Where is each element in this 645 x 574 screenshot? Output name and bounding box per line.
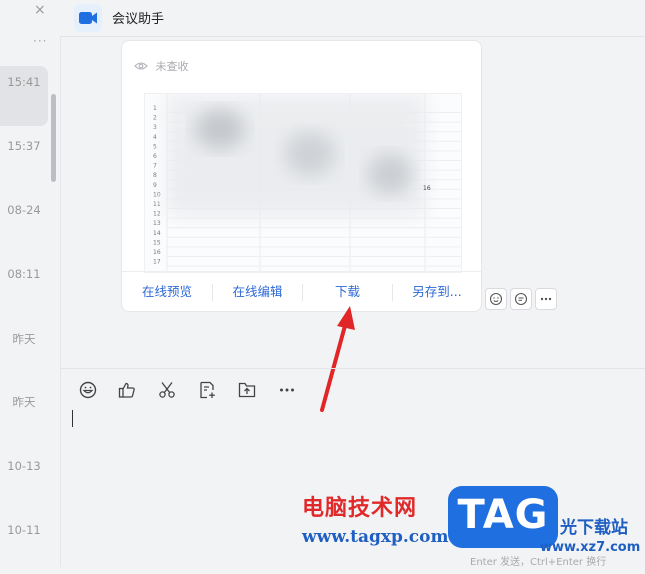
conversation-time: 昨天: [12, 332, 36, 346]
row-number: 2: [153, 115, 157, 122]
conversation-time: 10-13: [7, 459, 41, 473]
reply-icon[interactable]: [510, 288, 532, 310]
conversation-item[interactable]: 10-11: [0, 514, 48, 574]
send-hint: Enter 发送，Ctrl+Enter 换行: [470, 557, 607, 568]
row-number: 16: [153, 249, 161, 256]
row-number: 4: [153, 134, 157, 141]
text-cursor[interactable]: [72, 410, 73, 427]
spreadsheet-preview: 1234567891011121314151617 16: [145, 94, 461, 272]
row-number: 14: [153, 230, 161, 237]
row-number: 6: [153, 153, 157, 160]
conversation-time: 15:37: [7, 139, 41, 153]
conversation-item[interactable]: 昨天: [0, 323, 48, 383]
more-actions-icon[interactable]: [535, 288, 557, 310]
video-camera-icon: [74, 4, 102, 32]
conversation-item[interactable]: 15:41: [0, 66, 48, 126]
input-divider: [60, 368, 645, 369]
conversation-item[interactable]: 15:37: [0, 130, 48, 190]
more-icon[interactable]: ···: [33, 34, 47, 48]
conversation-time: 15:41: [7, 75, 41, 89]
row-number: 10: [153, 191, 161, 198]
doc-template-icon[interactable]: [197, 380, 217, 400]
row-number: 12: [153, 211, 161, 218]
save-as-button[interactable]: 另存到...: [393, 272, 481, 311]
row-number: 11: [153, 201, 161, 208]
watermark-site-url: www.xz7.com: [540, 540, 641, 555]
upload-file-icon[interactable]: [237, 380, 257, 400]
conversation-item[interactable]: 08-24: [0, 194, 48, 254]
row-number: 9: [153, 182, 157, 189]
chat-title: 会议助手: [112, 12, 165, 27]
conversation-time: 08:11: [7, 267, 41, 281]
conversation-time: 昨天: [12, 395, 36, 409]
more-icon[interactable]: [277, 380, 297, 400]
read-status: 未查收: [134, 58, 189, 74]
chat-header: 会议助手: [60, 0, 645, 37]
row-number: 15: [153, 239, 161, 246]
row-number: 13: [153, 220, 161, 227]
online-preview-button[interactable]: 在线预览: [122, 272, 212, 311]
conversation-time: 10-11: [7, 523, 41, 537]
reaction-icon[interactable]: [485, 288, 507, 310]
watermark-logo-text: TAG: [457, 492, 549, 538]
watermark-logo: TAG: [448, 486, 558, 548]
row-number: 1: [153, 105, 157, 112]
file-message-card[interactable]: 未查收 1 2 3 4 5 6 7 8 9 10 11 12 13 14 15 16 17 16 在线预览: [121, 40, 482, 312]
row-number: 8: [153, 172, 157, 179]
conversation-item[interactable]: 08:11: [0, 258, 48, 318]
read-status-text: 未查收: [155, 60, 189, 73]
cell-value: 16: [423, 185, 431, 192]
row-number: 7: [153, 163, 157, 170]
file-preview[interactable]: 1 2 3 4 5 6 7 8 9 10 11 12 13 14 15 16 17 16: [144, 93, 462, 273]
conversation-list: × ··· 15:41 15:37 08-24 08:11 昨天 昨天 10-1…: [0, 0, 61, 567]
online-edit-button[interactable]: 在线编辑: [213, 272, 302, 311]
watermark-url: www.tagxp.com: [302, 527, 449, 547]
close-icon[interactable]: ×: [34, 2, 46, 18]
file-actions: 在线预览 在线编辑 下载 另存到...: [122, 271, 481, 311]
watermark-text: 电脑技术网: [302, 496, 418, 521]
row-number: 17: [153, 259, 161, 266]
eye-icon: [134, 62, 148, 70]
conversation-time: 08-24: [7, 203, 41, 217]
scissors-icon[interactable]: [157, 380, 177, 400]
row-number: 5: [153, 143, 157, 150]
conversation-item[interactable]: 昨天: [0, 386, 48, 446]
watermark-site: 光下载站: [560, 518, 628, 538]
conversation-item[interactable]: 10-13: [0, 450, 48, 510]
thumbs-up-icon[interactable]: [117, 380, 137, 400]
row-number: 3: [153, 124, 157, 131]
emoji-icon[interactable]: [78, 380, 98, 400]
list-scrollbar[interactable]: [51, 94, 56, 182]
annotation-arrow-icon: [320, 306, 355, 412]
